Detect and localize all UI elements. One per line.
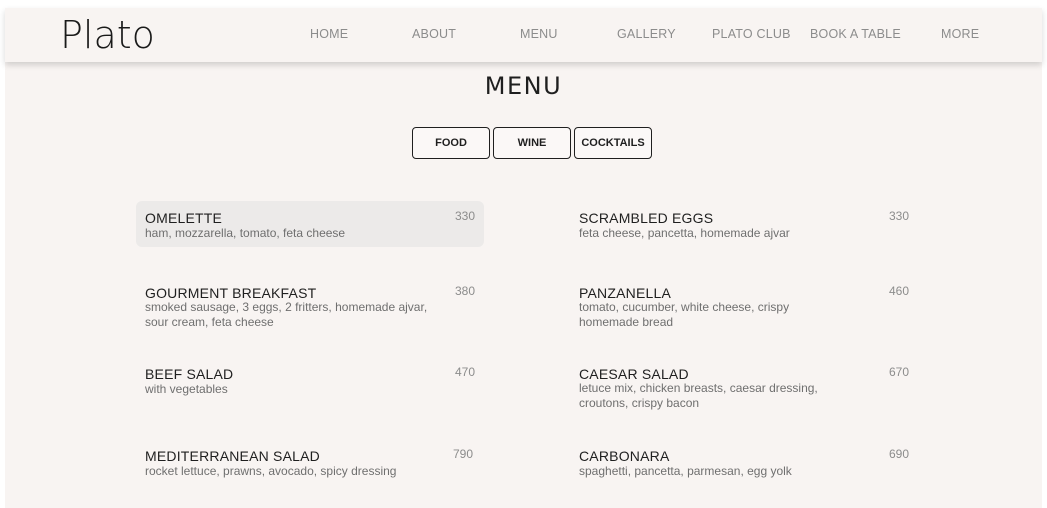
- menu-item-name: SCRAMBLED EGGS: [579, 210, 714, 226]
- menu-item-price: 460: [889, 284, 910, 298]
- menu-item-price: 790: [453, 447, 474, 461]
- menu-item-description: with vegetables: [145, 382, 228, 396]
- menu-item-price: 690: [889, 447, 910, 461]
- menu-item-description: ham, mozzarella, tomato, feta cheese: [145, 226, 346, 240]
- menu-item[interactable]: GOURMENT BREAKFAST smoked sausage, 3 egg…: [136, 276, 484, 336]
- menu-item-description: tomato, cucumber, white cheese, crispy h…: [579, 300, 790, 329]
- menu-item-price: 330: [455, 209, 476, 223]
- menu-item-price: 380: [455, 284, 476, 298]
- menu-item[interactable]: OMELETTE ham, mozzarella, tomato, feta c…: [136, 201, 484, 247]
- page: Plato HOME ABOUT MENU GALLERY PLATO CLUB…: [5, 8, 1042, 508]
- menu-item-name: CAESAR SALAD: [579, 366, 689, 382]
- nav-item-about[interactable]: ABOUT: [412, 27, 456, 41]
- menu-item-name: BEEF SALAD: [145, 366, 234, 382]
- menu-item-price: 330: [889, 209, 910, 223]
- menu-item-price: 470: [455, 365, 476, 379]
- menu-item-name: CARBONARA: [579, 448, 670, 464]
- menu-item-description: feta cheese, pancetta, homemade ajvar: [579, 226, 790, 240]
- main-nav: HOME ABOUT MENU GALLERY PLATO CLUB BOOK …: [5, 8, 1042, 62]
- menu-item[interactable]: CAESAR SALAD letuce mix, chicken breasts…: [570, 357, 918, 417]
- menu-item[interactable]: PANZANELLA tomato, cucumber, white chees…: [570, 276, 918, 336]
- menu-item-name: PANZANELLA: [579, 285, 671, 301]
- tab-wine[interactable]: WINE: [493, 127, 571, 159]
- nav-item-book-a-table[interactable]: BOOK A TABLE: [810, 27, 901, 41]
- nav-item-plato-club[interactable]: PLATO CLUB: [712, 27, 791, 41]
- nav-item-home[interactable]: HOME: [310, 27, 348, 41]
- menu-item[interactable]: CARBONARA spaghetti, pancetta, parmesan,…: [570, 439, 918, 485]
- menu-item-description: rocket lettuce, prawns, avocado, spicy d…: [145, 464, 397, 478]
- page-title: MENU: [484, 72, 563, 100]
- nav-item-gallery[interactable]: GALLERY: [617, 27, 676, 41]
- menu-item-name: MEDITERRANEAN SALAD: [145, 448, 320, 464]
- menu-item-price: 670: [889, 365, 910, 379]
- menu-item-name: GOURMENT BREAKFAST: [145, 285, 317, 301]
- menu-item[interactable]: SCRAMBLED EGGS feta cheese, pancetta, ho…: [570, 201, 918, 247]
- menu-item-description: spaghetti, pancetta, parmesan, egg yolk: [579, 464, 792, 478]
- menu-item[interactable]: BEEF SALAD with vegetables 470: [136, 357, 484, 403]
- tab-cocktails[interactable]: COCKTAILS: [574, 127, 652, 159]
- tab-food[interactable]: FOOD: [412, 127, 490, 159]
- nav-item-menu[interactable]: MENU: [520, 27, 558, 41]
- menu-item[interactable]: MEDITERRANEAN SALAD rocket lettuce, praw…: [136, 439, 484, 485]
- menu-item-name: OMELETTE: [145, 210, 223, 226]
- nav-item-more[interactable]: MORE: [941, 27, 979, 41]
- site-header: Plato HOME ABOUT MENU GALLERY PLATO CLUB…: [5, 8, 1042, 62]
- menu-item-description: smoked sausage, 3 eggs, 2 fritters, home…: [145, 300, 428, 329]
- menu-item-description: letuce mix, chicken breasts, caesar dres…: [579, 381, 818, 410]
